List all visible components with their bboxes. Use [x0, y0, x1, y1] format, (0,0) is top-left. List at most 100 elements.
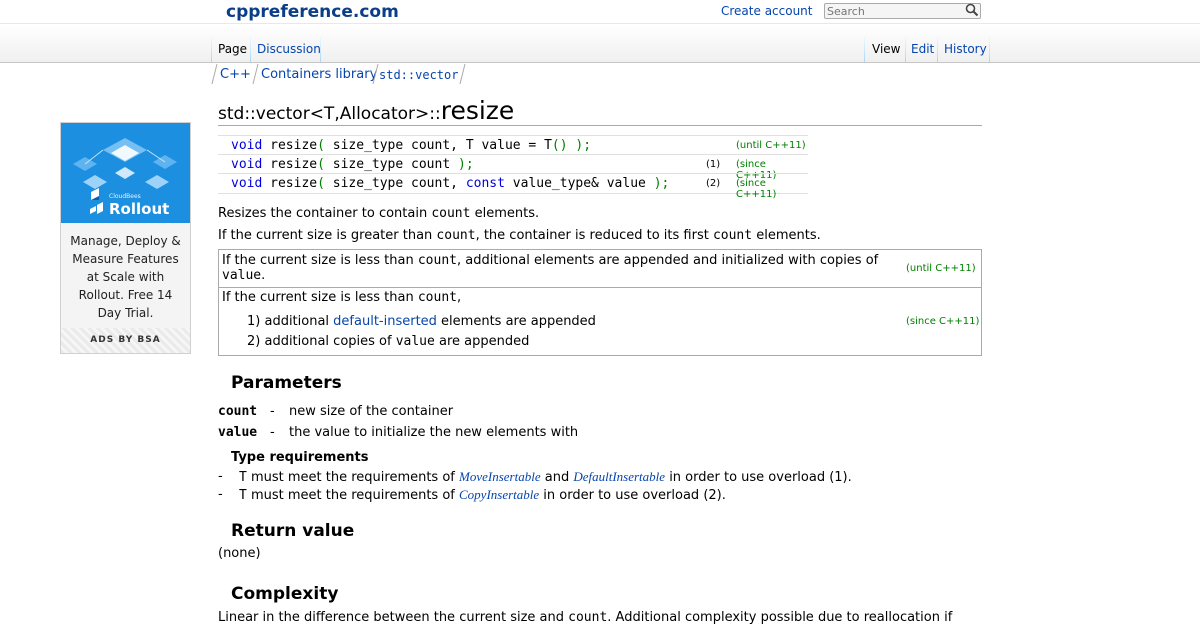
ad-box[interactable]: CloudBees Rollout Manage, Deploy & Measu… — [60, 122, 191, 354]
return-value-heading: Return value — [231, 521, 355, 541]
func-name: resize — [262, 157, 318, 172]
text: If the current size is less than — [222, 290, 418, 305]
copy-insertable-link[interactable]: CopyInsertable — [459, 487, 539, 502]
create-account-link[interactable]: Create account — [721, 4, 813, 18]
version-badge: (until C++11) — [906, 263, 976, 274]
tab-bar: Page Discussion View Edit History — [0, 24, 1200, 63]
inline-code: count — [568, 610, 608, 625]
list-item: 2) additional copies of value are append… — [247, 334, 529, 349]
tab-separator — [250, 32, 251, 62]
declaration-row: void resize( size_type count, T value = … — [218, 135, 808, 155]
func-name: resize — [262, 176, 318, 191]
move-insertable-link[interactable]: MoveInsertable — [459, 469, 541, 484]
paren: ); — [458, 157, 474, 172]
tab-separator — [211, 32, 212, 62]
revision-text: If the current size is less than count, — [222, 290, 461, 305]
declaration-row: void resize( size_type count, const valu… — [218, 173, 808, 200]
tab-separator — [989, 32, 990, 62]
page-title-name: resize — [440, 96, 515, 125]
req-dash: - — [218, 487, 223, 502]
req-dash: - — [218, 469, 223, 484]
text: If the current size is greater than — [218, 228, 437, 243]
declaration-code: void resize( size_type count ); — [231, 157, 474, 172]
declaration-row: void resize( size_type count ); (1) (sin… — [218, 154, 808, 181]
inline-code: count — [436, 228, 476, 243]
tab-page[interactable]: Page — [218, 42, 247, 56]
text: Resizes the container to contain — [218, 206, 432, 221]
return-value-text: (none) — [218, 546, 261, 561]
default-insertable-link[interactable]: DefaultInsertable — [573, 469, 665, 484]
ad-text[interactable]: Manage, Deploy & Measure Features at Sca… — [69, 232, 182, 322]
paren: ( — [317, 157, 325, 172]
site-logo[interactable]: cppreference.com — [226, 2, 399, 22]
text: in order to use overload (1). — [665, 470, 852, 485]
text: . — [261, 268, 266, 283]
text: , the container is reduced to its first — [475, 228, 713, 243]
text: , additional elements are appended and i… — [457, 253, 879, 268]
inline-code: value — [395, 334, 435, 349]
version-badge: (until C++11) — [736, 140, 806, 151]
text: elements. — [752, 228, 821, 243]
text: must meet the requirements of — [246, 488, 460, 503]
paren: ); — [567, 138, 592, 153]
ad-banner-image[interactable]: CloudBees Rollout — [61, 123, 190, 223]
inline-code: count — [417, 253, 457, 268]
tab-separator — [320, 32, 321, 62]
text: . Additional complexity possible due to … — [607, 610, 953, 625]
inline-code: T — [239, 470, 247, 485]
args: size_type count, — [324, 176, 466, 191]
breadcrumb-containers-library[interactable]: Containers library — [261, 67, 377, 82]
param-desc: new size of the container — [289, 404, 454, 419]
revision-row-until: If the current size is less than count, … — [219, 250, 981, 288]
version-badge: (since C++11) — [906, 316, 980, 327]
revision-text: If the current size is less than count, … — [222, 253, 892, 283]
keyword: void — [231, 138, 263, 153]
param-dash: - — [270, 404, 275, 419]
declaration-code: void resize( size_type count, T value = … — [231, 138, 591, 153]
param-name: value — [218, 425, 258, 440]
tab-separator — [937, 32, 938, 62]
ad-brand-small: CloudBees — [109, 193, 141, 200]
breadcrumb-cpp[interactable]: C++ — [220, 67, 251, 82]
text: must meet the requirements of — [246, 470, 460, 485]
complexity-heading: Complexity — [231, 584, 339, 604]
ads-by-bsa[interactable]: ADS BY BSA — [61, 328, 190, 353]
param-name: count — [218, 404, 258, 419]
revision-box: If the current size is less than count, … — [218, 249, 982, 356]
tab-separator — [905, 32, 906, 62]
ad-brand: Rollout — [109, 200, 170, 218]
type-requirements-heading: Type requirements — [231, 450, 369, 465]
tab-discussion[interactable]: Discussion — [257, 42, 321, 56]
search-input[interactable] — [825, 4, 957, 19]
complexity-text: Linear in the difference between the cur… — [218, 610, 952, 625]
text: 2) additional copies of — [247, 334, 396, 349]
text: 1) additional — [247, 314, 334, 329]
declaration-code: void resize( size_type count, const valu… — [231, 176, 669, 191]
args: value_type& value — [504, 176, 654, 191]
version-badge: (since C++11) — [736, 178, 777, 200]
text: If the current size is less than — [222, 253, 418, 268]
param-desc: the value to initialize the new elements… — [289, 425, 579, 440]
list-item: 1) additional default-inserted elements … — [247, 314, 596, 329]
default-inserted-link[interactable]: default-inserted — [333, 314, 437, 329]
search-box — [824, 3, 981, 19]
overload-number: (1) — [706, 159, 721, 170]
tab-view[interactable]: View — [872, 42, 900, 56]
keyword: void — [231, 176, 263, 191]
breadcrumb-std-vector[interactable]: std::vector — [379, 68, 458, 82]
description-line: Resizes the container to contain count e… — [218, 206, 539, 221]
text: , — [457, 290, 462, 305]
breadcrumb-separator-icon — [459, 64, 466, 84]
tab-edit[interactable]: Edit — [911, 42, 934, 56]
inline-code: count — [417, 290, 457, 305]
text: are appended — [434, 334, 530, 349]
top-bar: cppreference.com Create account — [0, 0, 1200, 24]
paren: () — [551, 138, 568, 153]
text: elements. — [470, 206, 540, 221]
paren: ( — [317, 176, 325, 191]
paren: ); — [653, 176, 670, 191]
breadcrumb-separator-icon — [252, 64, 259, 84]
search-icon[interactable] — [965, 3, 979, 17]
tab-history[interactable]: History — [944, 42, 987, 56]
inline-code: value — [222, 268, 262, 283]
